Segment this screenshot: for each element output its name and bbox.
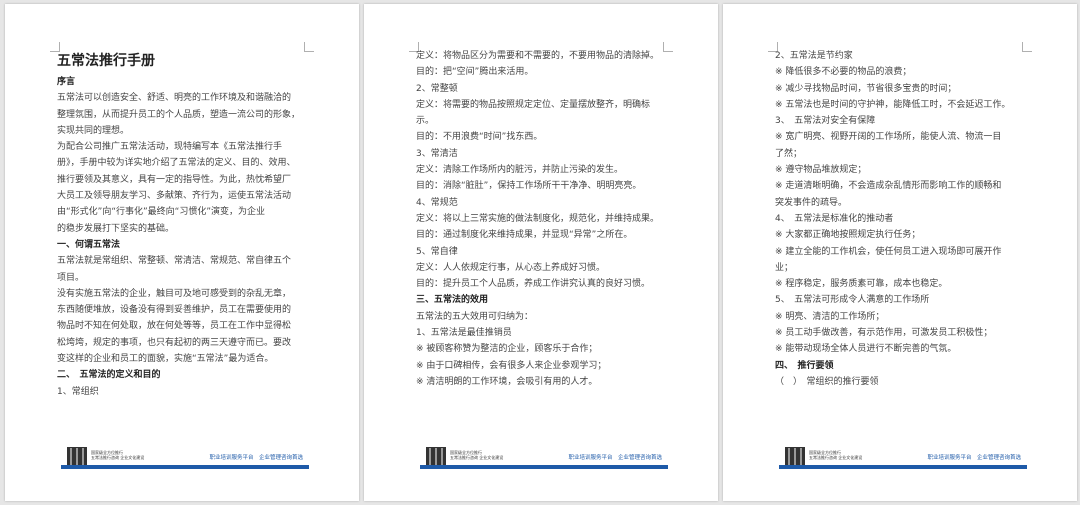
text-line: 整理氛围，从而提升员工的个人品质，塑造一流公司的形象， [57,109,301,120]
text-line: 项目。 [57,272,85,283]
text-line: 目的：提升员工个人品质，养成工作讲究认真的良好习惯。 [416,279,651,290]
footer-slogan: 职业培训服务平台 企业管理咨询首选 [209,455,303,461]
page-footer: 国家级全方位推行 五常法推行咨询 企业文化建设 职业培训服务平台 企业管理咨询首… [779,447,1027,469]
footer-small-line: 五常法推行咨询 企业文化建设 [91,455,145,460]
text-line: 五常法就是常组织、常整顿、常清洁、常规范、常自律五个 [57,256,292,267]
text-line: 5、常自律 [416,246,458,257]
text-line: 松垮垮，规定的事项，也只有起初的两三天遵守而已。要改 [57,337,292,348]
text-line: 2、五常法是节约家 [775,51,853,61]
section-heading: 四、 推行要领 [775,360,834,371]
text-line: ※ 程序稳定，服务质素可靠，成本也稳定。 [775,279,948,290]
page-footer: 国家级全方位推行 五常法推行咨询 企业文化建设 职业培训服务平台 企业管理咨询首… [420,447,668,469]
footer-bar [61,465,309,469]
document-page-3: 2、五常法是节约家 ※ 降低很多不必要的物品的浪费； ※ 减少寻找物品时间，节省很多… [723,4,1077,501]
page-body: 2、五常法是节约家 ※ 降低很多不必要的物品的浪费； ※ 减少寻找物品时间，节省很多… [775,48,1032,390]
text-line: 4、常规范 [416,197,458,208]
text-line: 变这样的企业和员工的面貌，实施“五常法”最为适合。 [57,354,274,365]
footer-small-line: 五常法推行咨询 企业文化建设 [450,455,504,460]
text-line: ※ 清洁明朗的工作环境，会吸引有用的人才。 [416,376,598,387]
text-line: 物品时不知在何处取，放在何处等等，员工在工作中显得松 [57,321,292,332]
text-line: 五常法可以创造安全、舒适、明亮的工作环境及和谐融洽的 [57,93,292,104]
text-line: 实现共同的理想。 [57,125,130,136]
text-line: ※ 走道清晰明确，不会造成杂乱情形而影响工作的顺畅和 [775,181,1002,192]
text-line: 定义：将物品区分为需要和不需要的，不要用物品的清除掉。 [416,51,660,61]
text-line: 册》，手册中较为详实地介绍了五常法的定义、目的、效用、 [57,158,296,169]
section-heading: 序言 [57,77,76,87]
text-line: ※ 明亮、清洁的工作场所； [775,311,885,322]
footer-small-line: 五常法推行咨询 企业文化建设 [809,455,863,460]
text-line: ※ 遵守物品堆放规定； [775,165,867,176]
footer-bar [420,465,668,469]
text-line: 推行要领及其意义，具有一定的指导性。为此，热忱希望厂 [57,174,292,185]
page-footer: 国家级全方位推行 五常法推行咨询 企业文化建设 职业培训服务平台 企业管理咨询首… [61,447,309,469]
text-line: 五常法的五大效用可归纳为： [416,311,534,322]
text-line: ※ 降低很多不必要的物品的浪费； [775,67,912,78]
text-line: ※ 大家都正确地按照规定执行任务； [775,230,921,241]
footer-bar [779,465,1027,469]
footer-slogan: 职业培训服务平台 企业管理咨询首选 [568,455,662,461]
text-line: 定义：清除工作场所内的脏污，并防止污染的发生。 [416,165,624,176]
qr-code-icon [785,447,805,467]
text-line: 大员工及领导朋友学习、多献策、齐行为，运使五常法活动 [57,191,292,202]
text-line: 业； [775,262,794,273]
text-line: 1、五常法是最佳推销员 [416,328,512,339]
text-line: ※ 员工动手做改善，有示范作用，可激发员工积极性； [775,328,993,339]
text-line: 目的：把“空间”腾出来活用。 [416,67,534,78]
page-body: 五常法推行手册 序言五常法可以创造安全、舒适、明亮的工作环境及和谐融洽的 整理氛围… [57,46,314,400]
text-line: 3、常清洁 [416,148,458,159]
text-line: 目的：消除“脏肚”，保持工作场所干干净净、明明亮亮。 [416,181,642,192]
footer-small-text: 国家级全方位推行 五常法推行咨询 企业文化建设 [91,450,144,460]
text-line: ※ 宽广明亮、视野开阔的工作场所，能使人流、物流一目 [775,132,1002,143]
text-line: 3、 五常法对安全有保障 [775,116,876,127]
text-line: （ ） 常组织的推行要领 [775,376,879,387]
footer-small-text: 国家级全方位推行 五常法推行咨询 企业文化建设 [809,450,862,460]
text-line: 定义：将以上三常实施的做法制度化，规范化，并维持成果。 [416,213,660,224]
text-line: 1、常组织 [57,386,99,397]
page-title: 五常法推行手册 [57,53,155,69]
document-page-2: 定义：将物品区分为需要和不需要的，不要用物品的清除掉。 目的：把“空间”腾出来活用… [364,4,718,501]
text-line: 目的：通过制度化来维持成果，并显现“异常”之所在。 [416,230,633,241]
section-heading: 三、五常法的效用 [416,295,489,306]
text-line: 5、 五常法可形成令人满意的工作场所 [775,295,930,306]
text-line: ※ 建立全能的工作机会，使任何员工进入现场即可展开作 [775,246,1002,257]
text-line: ※ 能带动现场全体人员进行不断完善的气氛。 [775,344,957,355]
qr-code-icon [426,447,446,467]
text-line: 定义：人人依规定行事，从心态上养成好习惯。 [416,262,606,273]
text-line: 定义：将需要的物品按照规定定位、定量摆放整齐，明确标 [416,99,651,110]
text-line: 4、 五常法是标准化的推动者 [775,213,894,224]
document-page-1: 五常法推行手册 序言五常法可以创造安全、舒适、明亮的工作环境及和谐融洽的 整理氛围… [5,4,359,501]
text-line: 东西随便堆放，设备没有得到妥善维护，员工在需要使用的 [57,305,292,316]
text-line: 2、常整顿 [416,83,458,94]
footer-slogan: 职业培训服务平台 企业管理咨询首选 [927,455,1021,461]
section-heading: 一、何谓五常法 [57,239,121,250]
text-line: 目的：不用浪费“时间”找东西。 [416,132,543,143]
text-line: 示。 [416,116,435,127]
text-line: 了然； [775,148,803,159]
section-heading: 二、 五常法的定义和目的 [57,370,161,381]
qr-code-icon [67,447,87,467]
text-line: ※ 减少寻找物品时间，节省很多宝贵的时间； [775,83,957,94]
page-body: 定义：将物品区分为需要和不需要的，不要用物品的清除掉。 目的：把“空间”腾出来活用… [416,48,673,390]
text-line: ※ 被顾客称赞为整洁的企业，顾客乐于合作； [416,344,598,355]
text-line: ※ 由于口碑相传，会有很多人来企业参观学习； [416,360,607,371]
text-line: 为配合公司推广五常法活动，现特编写本《五常法推行手 [57,142,283,153]
text-line: 由“形式化”向“行事化”最终向“习惯化”演变，为企业 [57,207,265,218]
text-line: 的稳步发展打下坚实的基础。 [57,223,175,234]
text-line: 突发事件的疏导。 [775,197,848,208]
text-line: ※ 五常法也是时间的守护神，能降低工时，不会延迟工作。 [775,99,1011,110]
text-line: 没有实施五常法的企业，触目可及地可感受到的杂乱无章， [57,288,292,299]
footer-small-text: 国家级全方位推行 五常法推行咨询 企业文化建设 [450,450,503,460]
